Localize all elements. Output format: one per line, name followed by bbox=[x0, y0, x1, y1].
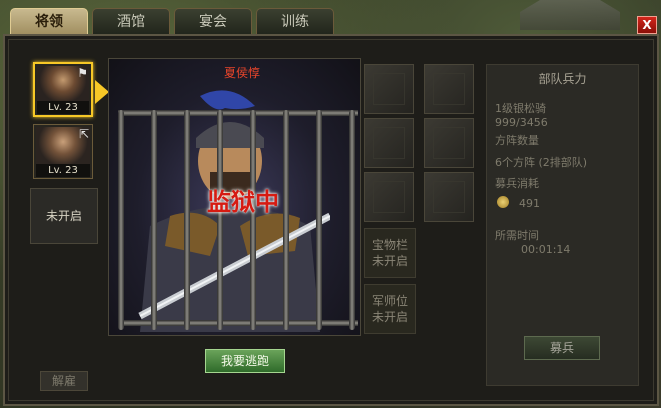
hero-name: 夏侯惇 bbox=[223, 66, 260, 80]
troop-count: 999/3456 bbox=[495, 116, 548, 129]
equipment-slot-helmet[interactable] bbox=[364, 118, 414, 168]
prison-bar bbox=[118, 110, 124, 330]
tab-training[interactable]: 训练 bbox=[256, 8, 334, 36]
treasure-slot-status: 未开启 bbox=[371, 254, 408, 268]
tab-generals[interactable]: 将领 bbox=[10, 8, 88, 36]
equipment-slot-armor[interactable] bbox=[424, 64, 474, 114]
tab-tavern[interactable]: 酒馆 bbox=[92, 8, 170, 36]
equipment-slot-weapon[interactable] bbox=[364, 64, 414, 114]
escape-button[interactable]: 我要逃跑 bbox=[205, 349, 285, 373]
prison-bar bbox=[184, 110, 190, 330]
advisor-slot-label: 军师位 bbox=[371, 294, 408, 308]
prison-bars bbox=[118, 110, 358, 336]
arrow-icon: ⇱ bbox=[78, 127, 89, 141]
prison-bar bbox=[217, 110, 223, 330]
recruit-cost-value: 491 bbox=[519, 197, 540, 210]
prison-bar bbox=[316, 110, 322, 330]
close-button[interactable]: X bbox=[637, 16, 657, 34]
time-label: 所需时间 bbox=[495, 229, 539, 242]
recruit-button[interactable]: 募兵 bbox=[524, 336, 600, 360]
equipment-slot-ring[interactable] bbox=[424, 172, 474, 222]
equipment-slot-mount[interactable] bbox=[364, 172, 414, 222]
hero-level: Lv. 23 bbox=[36, 164, 90, 177]
advisor-slot: 军师位 未开启 bbox=[364, 284, 416, 334]
recruit-cost-label: 募兵消耗 bbox=[495, 177, 539, 190]
formation-label: 方阵数量 bbox=[495, 134, 539, 147]
tab-bar: 将领 酒馆 宴会 训练 bbox=[10, 8, 334, 36]
prison-bar bbox=[151, 110, 157, 330]
tab-banquet[interactable]: 宴会 bbox=[174, 8, 252, 36]
dismiss-button[interactable]: 解雇 bbox=[40, 371, 88, 391]
advisor-slot-status: 未开启 bbox=[371, 310, 408, 324]
time-value: 00:01:14 bbox=[521, 243, 571, 256]
troop-unit-name: 1级银松骑 bbox=[495, 102, 546, 115]
hero-level: Lv. 23 bbox=[37, 101, 89, 114]
locked-hero-slot: 未开启 bbox=[30, 188, 98, 244]
prison-bar bbox=[349, 110, 355, 330]
troops-title: 部队兵力 bbox=[538, 72, 587, 86]
prison-status-text: 监狱中 bbox=[207, 188, 279, 216]
fortress-background bbox=[520, 0, 620, 30]
formation-value: 6个方阵 (2排部队) bbox=[495, 156, 588, 169]
hero-slot-1[interactable]: ⚑ Lv. 23 bbox=[33, 62, 93, 117]
prison-bar bbox=[250, 110, 256, 330]
hero-slot-2[interactable]: ⇱ Lv. 23 bbox=[33, 124, 93, 179]
treasure-slot: 宝物栏 未开启 bbox=[364, 228, 416, 278]
equipment-slot-book[interactable] bbox=[424, 118, 474, 168]
flag-icon: ⚑ bbox=[77, 66, 88, 80]
selected-arrow-icon bbox=[95, 80, 109, 104]
prison-bar bbox=[283, 110, 289, 330]
treasure-slot-label: 宝物栏 bbox=[371, 238, 408, 252]
